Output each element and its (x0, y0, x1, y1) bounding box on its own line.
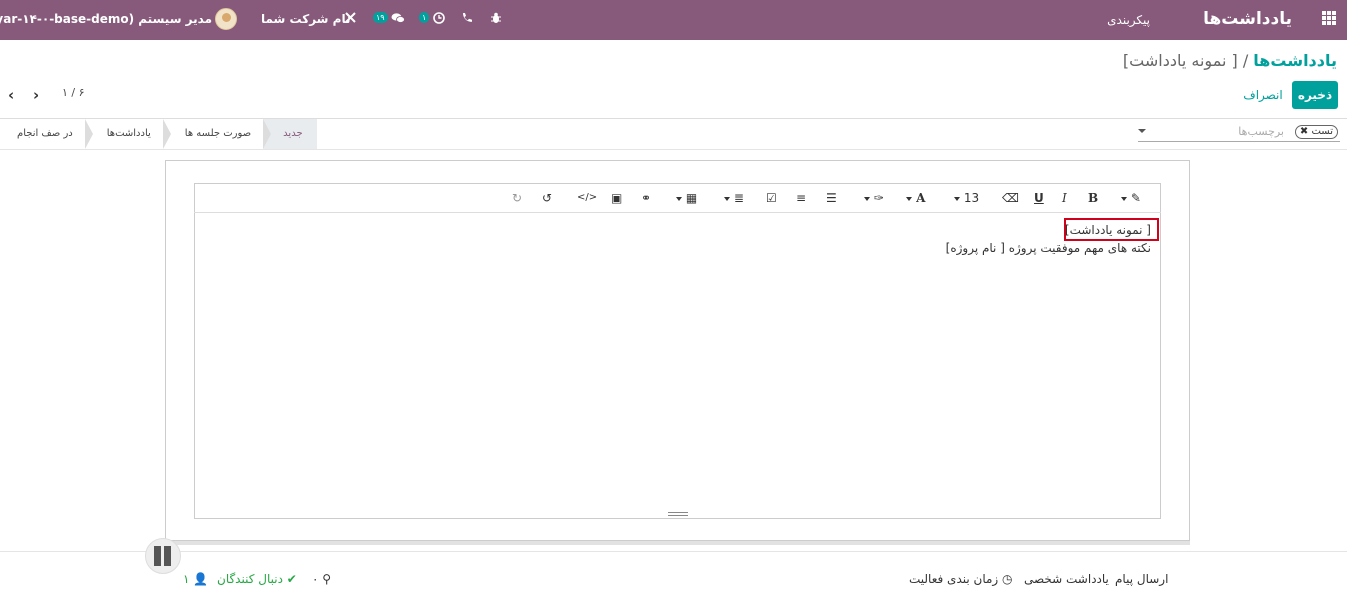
check-icon: ✔ (286, 572, 297, 586)
checklist-icon[interactable]: ☑ (766, 190, 777, 206)
eraser-icon[interactable]: ⌫ (1002, 190, 1019, 206)
breadcrumb: یادداشت‌ها / [ نمونه یادداشت] (1123, 51, 1337, 70)
activity-menu[interactable]: ۱ (419, 12, 445, 27)
attachment-count: ۰ (312, 572, 319, 586)
debug-bug-icon[interactable] (490, 12, 502, 27)
followers-button[interactable]: 👤 ۱ (183, 572, 208, 586)
stage-notes[interactable]: یادداشت‌ها (84, 119, 171, 149)
style-dropdown[interactable]: ✎ (1121, 190, 1141, 206)
stage-new[interactable]: جدید (263, 119, 317, 149)
tags-dropdown-icon[interactable] (1138, 129, 1146, 133)
company-name[interactable]: نام شرکت شما (261, 12, 350, 26)
italic-icon[interactable]: I (1062, 190, 1067, 206)
note-body-line[interactable]: نکته های مهم موفقیت پروژه [ نام پروژه] (946, 241, 1151, 255)
tag-pill[interactable]: تست ✖ (1294, 125, 1338, 139)
user-menu[interactable]: مدیر سیستم (sazmanyar-۱۴-۰-base-demo) (0, 12, 212, 26)
clock-icon: ◷ (1002, 572, 1013, 586)
messaging-menu[interactable]: ۱۹ (373, 12, 406, 27)
divider (0, 149, 1347, 150)
breadcrumb-separator: / (1242, 51, 1249, 70)
editor-toolbar: ✎ B I U ⌫ 13 A ✑ ☰ ≡ ☑ ≣ ▦ ⚭ ▣ </> ↺ ↻ (194, 183, 1161, 213)
note-title-line[interactable]: [ نمونه یادداشت] (1065, 223, 1151, 237)
code-view-icon[interactable]: </> (577, 190, 597, 206)
font-size-dropdown[interactable]: 13 (954, 190, 979, 206)
link-icon[interactable]: ⚭ (641, 190, 651, 206)
paperclip-icon: ⚲ (322, 572, 332, 586)
redo-icon[interactable]: ↻ (512, 190, 522, 206)
follow-button[interactable]: ✔ دنبال کنندگان (217, 572, 297, 586)
table-dropdown[interactable]: ▦ (676, 190, 697, 206)
editor-resize-handle[interactable] (668, 512, 688, 516)
pager-previous-icon[interactable]: ‹ (8, 86, 14, 104)
breadcrumb-parent[interactable]: یادداشت‌ها (1253, 51, 1337, 70)
chatter-divider (0, 551, 1347, 552)
save-button[interactable]: ذخیره (1292, 81, 1338, 109)
send-message-button[interactable]: ارسال پیام (1115, 572, 1168, 586)
activity-count-badge: ۱ (419, 12, 430, 23)
comments-icon (391, 13, 406, 23)
stage-bar: در صف انجام یادداشت‌ها صورت جلسه ها جدید (5, 119, 317, 149)
stage-minutes[interactable]: صورت جلسه ها (162, 119, 272, 149)
schedule-activity-button[interactable]: ◷ زمان بندی فعالیت (909, 572, 1013, 586)
bold-icon[interactable]: B (1088, 190, 1098, 206)
user-avatar[interactable] (215, 8, 237, 30)
pager-value[interactable]: ۱ / ۶ (62, 86, 85, 99)
font-color-dropdown[interactable]: A (906, 190, 926, 206)
watermark-logo (5, 530, 185, 580)
chat-count-badge: ۱۹ (373, 12, 388, 23)
note-editor[interactable] (194, 183, 1161, 519)
paint-brush-dropdown[interactable]: ✑ (864, 190, 884, 206)
paragraph-align-dropdown[interactable]: ≣ (724, 190, 744, 206)
underline-icon[interactable]: U (1034, 190, 1044, 206)
tag-label: تست (1311, 126, 1333, 137)
app-brand[interactable]: یادداشت‌ها (1203, 9, 1292, 29)
unordered-list-icon[interactable]: ☰ (826, 190, 837, 206)
log-note-button[interactable]: یادداشت شخصی (1024, 572, 1109, 586)
discard-button[interactable]: انصراف (1240, 81, 1286, 109)
undo-icon[interactable]: ↺ (542, 190, 552, 206)
phone-icon[interactable] (461, 12, 472, 26)
follow-label: دنبال کنندگان (217, 572, 283, 586)
ordered-list-icon[interactable]: ≡ (796, 190, 806, 206)
apps-menu-icon[interactable] (1322, 11, 1336, 25)
clock-icon (433, 12, 445, 24)
pager-next-icon[interactable]: › (33, 86, 39, 104)
tags-placeholder: برچسب‌ها (1238, 125, 1284, 138)
menu-configuration[interactable]: پیکربندی (1107, 13, 1150, 27)
tag-remove-icon[interactable]: ✖ (1300, 126, 1308, 137)
attachment-button[interactable]: ⚲ ۰ (312, 572, 331, 586)
user-icon: 👤 (193, 572, 209, 586)
stage-todo[interactable]: در صف انجام (5, 119, 93, 149)
schedule-activity-label: زمان بندی فعالیت (909, 572, 999, 586)
top-navbar: یادداشت‌ها پیکربندی ۱ ۱۹ نام شرکت شما مد… (0, 0, 1347, 40)
image-icon[interactable]: ▣ (611, 190, 622, 206)
breadcrumb-current: [ نمونه یادداشت] (1122, 51, 1238, 70)
tags-field[interactable]: تست ✖ برچسب‌ها (1138, 124, 1340, 142)
